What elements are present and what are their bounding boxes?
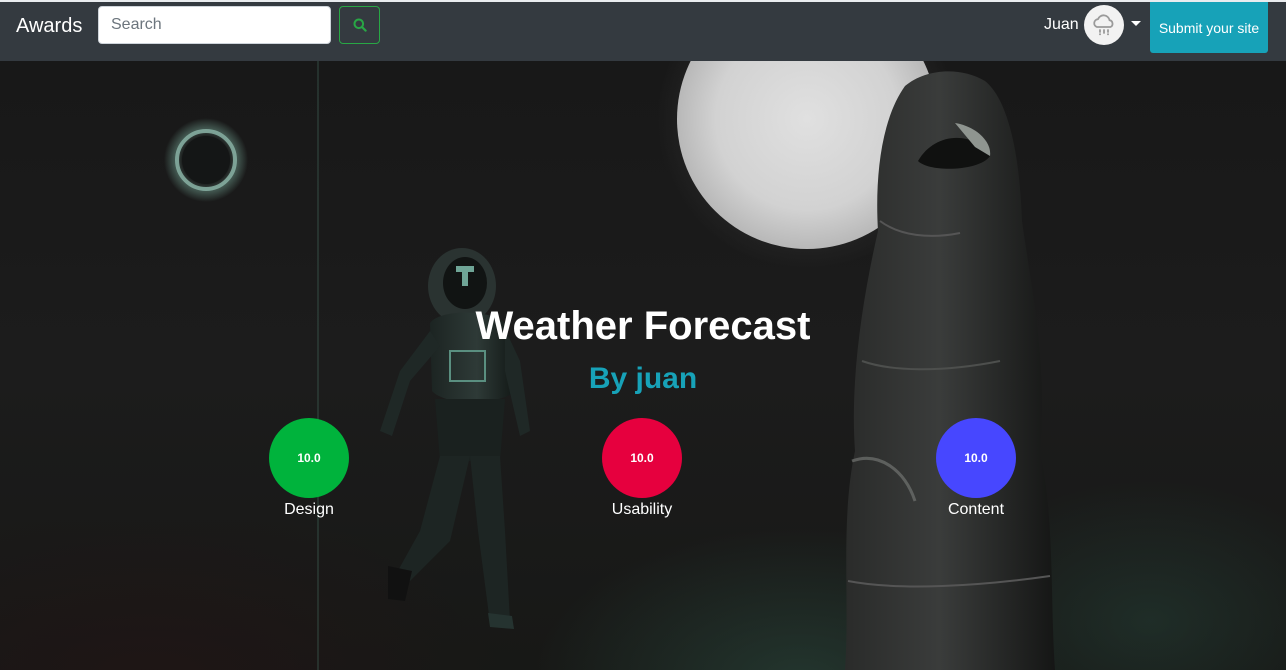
content-score-label: Content — [947, 501, 1005, 518]
user-name[interactable]: Juan — [1044, 15, 1079, 35]
content-score-badge: 10.0 — [936, 418, 1016, 498]
design-score-badge: 10.0 — [269, 418, 349, 498]
usability-score-badge: 10.0 — [602, 418, 682, 498]
submit-site-button[interactable]: Submit your site — [1150, 2, 1268, 53]
brand-link[interactable]: Awards — [16, 14, 82, 38]
search-button[interactable] — [339, 6, 380, 44]
site-title: Weather Forecast — [475, 304, 811, 348]
site-author: By juan — [588, 362, 698, 395]
top-navbar: Awards Juan Submit your site — [0, 2, 1286, 61]
hero-section: Weather Forecast By juan 10.0 Design 10.… — [0, 61, 1286, 670]
cloud-rain-icon — [1093, 14, 1114, 36]
design-score-label: Design — [284, 501, 334, 518]
caret-down-icon[interactable] — [1131, 21, 1141, 26]
search-icon — [353, 18, 367, 32]
search-input[interactable] — [98, 6, 331, 44]
usability-score-label: Usability — [611, 501, 673, 518]
user-avatar[interactable] — [1084, 5, 1124, 45]
